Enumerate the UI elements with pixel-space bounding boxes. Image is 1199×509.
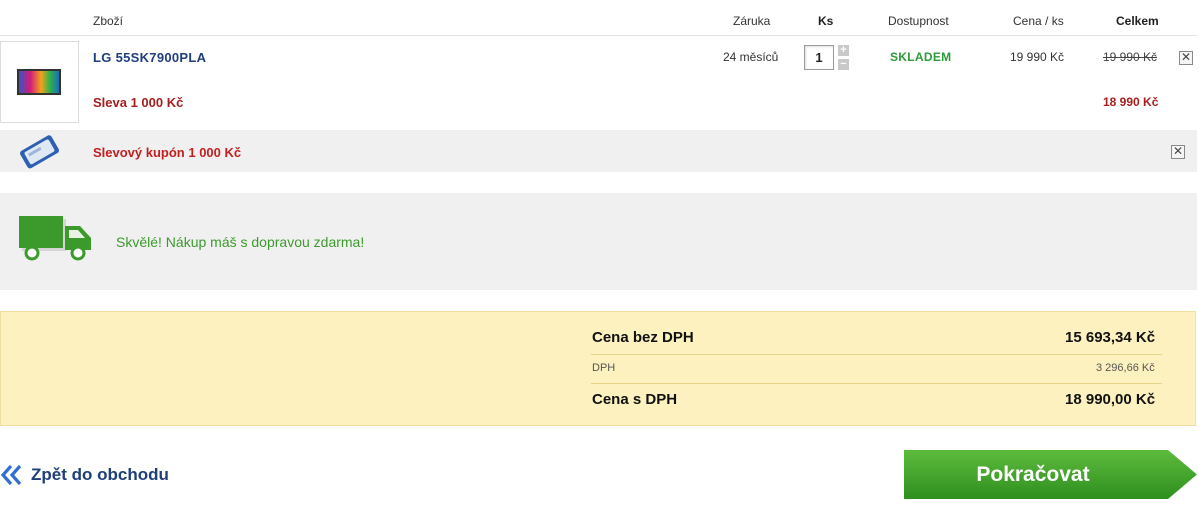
header-unit-price: Cena / ks: [1013, 14, 1064, 28]
quantity-input[interactable]: 1: [804, 45, 834, 70]
back-to-shop-label: Zpět do obchodu: [31, 465, 169, 484]
continue-button[interactable]: Pokračovat: [904, 448, 1198, 501]
coupon-icon: [20, 135, 59, 169]
header-total: Celkem: [1116, 14, 1159, 28]
quantity-decrease-button[interactable]: −: [838, 59, 849, 70]
price-with-vat-value: 18 990,00 Kč: [1065, 391, 1156, 408]
price-without-vat-value: 15 693,34 Kč: [1065, 329, 1156, 346]
close-icon: ✕: [1172, 144, 1184, 158]
double-chevron-left-icon: [0, 464, 22, 486]
back-to-shop-link[interactable]: Zpět do obchodu: [0, 463, 169, 487]
summary-divider: [591, 354, 1162, 355]
price-with-vat-label: Cena s DPH: [592, 391, 678, 408]
product-thumbnail[interactable]: [0, 41, 79, 123]
header-divider: [0, 35, 1197, 36]
header-qty: Ks: [818, 14, 834, 28]
vat-value: 3 296,66 Kč: [1096, 362, 1155, 374]
discount-label: Sleva 1 000 Kč: [93, 95, 184, 110]
remove-coupon-button[interactable]: ✕: [1171, 145, 1185, 159]
total-original-price: 19 990 Kč: [1103, 50, 1158, 64]
close-icon: ✕: [1180, 50, 1192, 64]
total-discounted-price: 18 990 Kč: [1103, 95, 1159, 109]
product-warranty: 24 měsíců: [723, 50, 779, 64]
free-shipping-message: Skvělé! Nákup máš s dopravou zdarma!: [116, 234, 365, 250]
availability-status: SKLADEM: [890, 50, 952, 64]
summary-divider: [591, 383, 1162, 384]
quantity-increase-button[interactable]: +: [838, 45, 849, 56]
continue-button-label: Pokračovat: [976, 463, 1090, 486]
unit-price: 19 990 Kč: [1010, 50, 1065, 64]
price-without-vat-label: Cena bez DPH: [592, 329, 694, 346]
header-availability: Dostupnost: [888, 14, 949, 28]
coupon-label: Slevový kupón 1 000 Kč: [93, 145, 242, 160]
product-name-link[interactable]: LG 55SK7900PLA: [93, 50, 206, 65]
remove-item-button[interactable]: ✕: [1179, 51, 1193, 65]
header-warranty: Záruka: [733, 14, 771, 28]
delivery-truck-icon: [19, 216, 91, 261]
vat-label: DPH: [592, 362, 616, 374]
header-product: Zboží: [93, 14, 124, 28]
tv-image: [17, 69, 61, 95]
